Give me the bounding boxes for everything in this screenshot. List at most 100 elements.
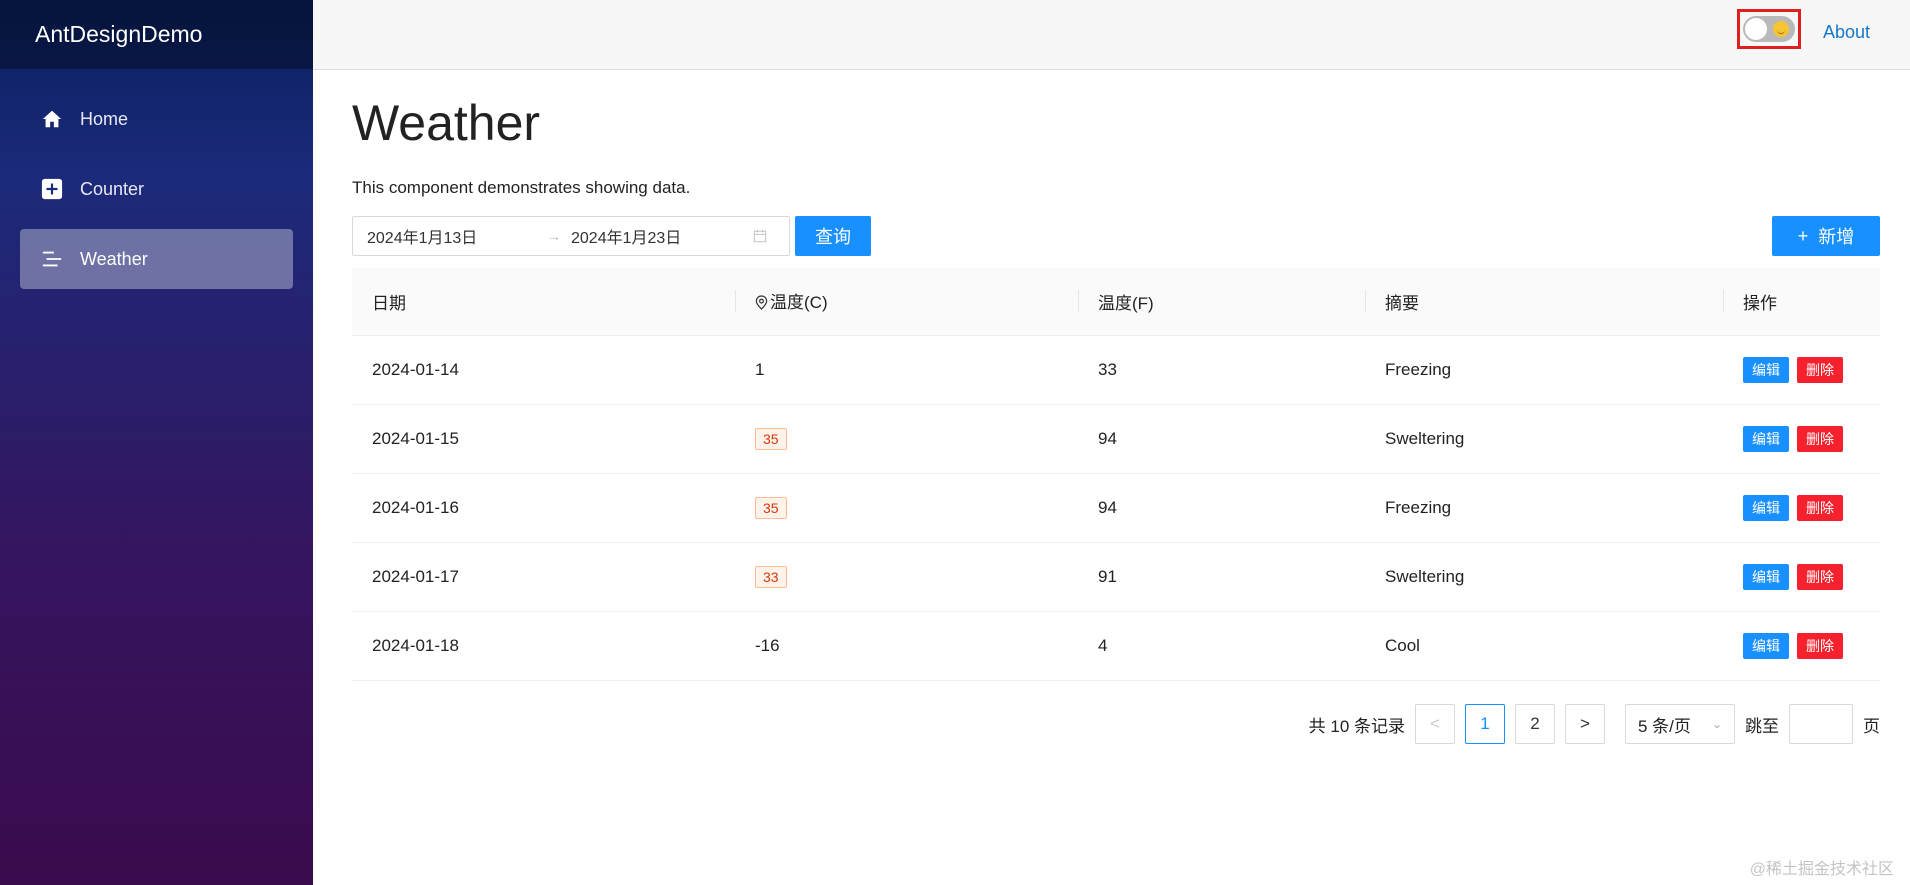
cell-summary: Freezing (1365, 473, 1723, 543)
date-range-picker[interactable]: 2024年1月13日 → 2024年1月23日 (352, 216, 790, 256)
prev-page-button[interactable]: < (1415, 704, 1455, 744)
pagination-total: 共 10 条记录 (1308, 716, 1405, 736)
sidebar-item-label: Weather (80, 248, 148, 269)
theme-toggle-highlight (1737, 9, 1801, 49)
cell-date: 2024-01-17 (352, 542, 735, 612)
temp-c-tag: 35 (755, 496, 787, 519)
watermark: @稀土掘金技术社区 (1749, 861, 1894, 878)
add-button-label: 新增 (1818, 227, 1855, 247)
page-1-button[interactable]: 1 (1465, 704, 1505, 744)
temp-c-value: -16 (755, 635, 780, 655)
cell-date: 2024-01-16 (352, 473, 735, 543)
arrow-right-icon: → (547, 228, 561, 244)
end-date-input[interactable]: 2024年1月23日 (565, 224, 745, 248)
table-row: 2024-01-18 -16 4 Cool 编辑 删除 (352, 611, 1880, 681)
weather-table: 日期 温度(C) 温度(F) 摘要 操作 2024-01-14 1 33 Freezi… (352, 268, 1880, 681)
calendar-icon[interactable] (745, 229, 775, 243)
cell-temp-c: 35 (735, 473, 1078, 543)
page-2-button[interactable]: 2 (1515, 704, 1555, 744)
delete-button[interactable]: 删除 (1797, 425, 1843, 452)
top-bar: About (313, 0, 1910, 70)
cell-temp-f: 94 (1078, 404, 1365, 474)
sidebar-item-home[interactable]: Home (20, 89, 293, 149)
column-header-actions-label: 操作 (1743, 293, 1777, 313)
edit-button[interactable]: 编辑 (1743, 494, 1789, 521)
table-row: 2024-01-17 33 91 Sweltering 编辑 删除 (352, 542, 1880, 612)
cell-summary: Cool (1365, 611, 1723, 681)
column-header-actions: 操作 (1723, 268, 1880, 336)
list-icon (40, 247, 64, 271)
query-button[interactable]: 查询 (795, 216, 871, 256)
delete-button[interactable]: 删除 (1797, 632, 1843, 659)
home-icon (40, 107, 64, 131)
app-title[interactable]: AntDesignDemo (0, 0, 313, 69)
cell-actions: 编辑 删除 (1723, 542, 1880, 612)
next-page-button[interactable]: > (1565, 704, 1605, 744)
temp-c-tag: 35 (755, 427, 787, 450)
cell-date: 2024-01-14 (352, 335, 735, 405)
cell-summary: Sweltering (1365, 404, 1723, 474)
main-content: Weather This component demonstrates show… (352, 70, 1880, 744)
add-button[interactable]: + 新增 (1772, 216, 1880, 256)
delete-button[interactable]: 删除 (1797, 356, 1843, 383)
sidebar-nav: Home Counter Weather (0, 89, 313, 289)
cell-actions: 编辑 删除 (1723, 611, 1880, 681)
sidebar-item-weather[interactable]: Weather (20, 229, 293, 289)
table-row: 2024-01-14 1 33 Freezing 编辑 删除 (352, 335, 1880, 405)
cell-summary: Freezing (1365, 335, 1723, 405)
cell-temp-c: 33 (735, 542, 1078, 612)
toggle-knob (1745, 18, 1767, 40)
column-header-summary: 摘要 (1365, 268, 1723, 336)
column-header-temp-c[interactable]: 温度(C) (735, 268, 1078, 336)
column-header-summary-label: 摘要 (1385, 293, 1419, 313)
cell-date: 2024-01-18 (352, 611, 735, 681)
cell-temp-f: 4 (1078, 611, 1365, 681)
cell-temp-c: 1 (735, 335, 1078, 405)
cell-temp-c: -16 (735, 611, 1078, 681)
page-title: Weather (352, 95, 541, 151)
column-header-date: 日期 (352, 268, 735, 336)
location-pin-icon (755, 295, 768, 315)
table-row: 2024-01-15 35 94 Sweltering 编辑 删除 (352, 404, 1880, 474)
column-header-temp-f: 温度(F) (1078, 268, 1365, 336)
sidebar: AntDesignDemo Home Counter Weather (0, 0, 313, 885)
page-size-value: 5 条/页 (1638, 716, 1691, 736)
cell-date: 2024-01-15 (352, 404, 735, 474)
temp-c-tag: 33 (755, 565, 787, 588)
delete-button[interactable]: 删除 (1797, 494, 1843, 521)
toolbar: 2024年1月13日 → 2024年1月23日 查询 + 新增 (352, 216, 1880, 256)
column-header-temp-f-label: 温度(F) (1098, 293, 1154, 313)
edit-button[interactable]: 编辑 (1743, 632, 1789, 659)
cell-actions: 编辑 删除 (1723, 335, 1880, 405)
delete-button[interactable]: 删除 (1797, 563, 1843, 590)
theme-toggle[interactable] (1743, 16, 1795, 42)
jump-page-input[interactable] (1789, 704, 1853, 744)
edit-button[interactable]: 编辑 (1743, 356, 1789, 383)
start-date-input[interactable]: 2024年1月13日 (353, 224, 543, 248)
plus-icon: + (1797, 225, 1809, 246)
sidebar-item-counter[interactable]: Counter (20, 159, 293, 219)
table-header-row: 日期 温度(C) 温度(F) 摘要 操作 (352, 268, 1880, 336)
edit-button[interactable]: 编辑 (1743, 563, 1789, 590)
smile-emoji-icon (1773, 21, 1789, 37)
page-size-select[interactable]: 5 条/页 ⌄ (1625, 704, 1735, 744)
cell-temp-c: 35 (735, 404, 1078, 474)
sidebar-item-label: Counter (80, 178, 145, 199)
edit-button[interactable]: 编辑 (1743, 425, 1789, 452)
cell-actions: 编辑 删除 (1723, 473, 1880, 543)
chevron-down-icon: ⌄ (1711, 717, 1722, 731)
cell-actions: 编辑 删除 (1723, 404, 1880, 474)
cell-temp-f: 94 (1078, 473, 1365, 543)
jump-label: 跳至 (1745, 716, 1779, 736)
temp-c-value: 1 (755, 359, 765, 379)
about-link[interactable]: About (1823, 22, 1870, 43)
table-row: 2024-01-16 35 94 Freezing 编辑 删除 (352, 473, 1880, 543)
pagination: 共 10 条记录 < 1 2 > 5 条/页 ⌄ 跳至 页 (1309, 704, 1880, 744)
column-header-temp-c-label: 温度(C) (770, 292, 828, 312)
page-suffix: 页 (1863, 716, 1880, 736)
cell-temp-f: 91 (1078, 542, 1365, 612)
page-intro: This component demonstrates showing data… (352, 178, 691, 197)
cell-summary: Sweltering (1365, 542, 1723, 612)
sidebar-item-label: Home (80, 108, 129, 129)
cell-temp-f: 33 (1078, 335, 1365, 405)
